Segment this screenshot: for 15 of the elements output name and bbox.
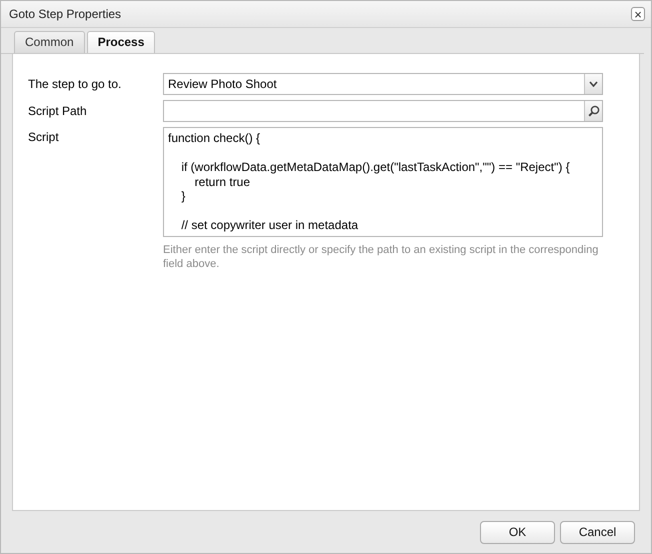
dialog-button[interactable]: Cancel bbox=[560, 520, 635, 544]
search-icon bbox=[588, 105, 600, 117]
field-label: Script Path bbox=[28, 104, 88, 118]
script-field[interactable]: function check() { if (workflowData.getMetaDataMap().get("lastTaskAction","") == "Reject") { return true } // set copywriter user in metadata bbox=[163, 127, 603, 236]
field-label: Script bbox=[28, 129, 60, 144]
tab[interactable]: Process bbox=[86, 31, 156, 53]
tab[interactable]: Common bbox=[14, 31, 85, 53]
field-label: The step to go to. bbox=[28, 77, 122, 91]
path-field[interactable] bbox=[163, 100, 603, 122]
step-dropdown[interactable]: Review Photo Shoot bbox=[163, 73, 603, 95]
window-title: Goto Step Properties bbox=[9, 7, 122, 21]
help-text: Either enter the script directly or specify the path to an existing script in the corresponding field above. bbox=[163, 242, 600, 270]
close-button[interactable]: × bbox=[631, 7, 645, 21]
caret-icon bbox=[589, 81, 598, 87]
dialog-button[interactable]: OK bbox=[480, 520, 555, 544]
